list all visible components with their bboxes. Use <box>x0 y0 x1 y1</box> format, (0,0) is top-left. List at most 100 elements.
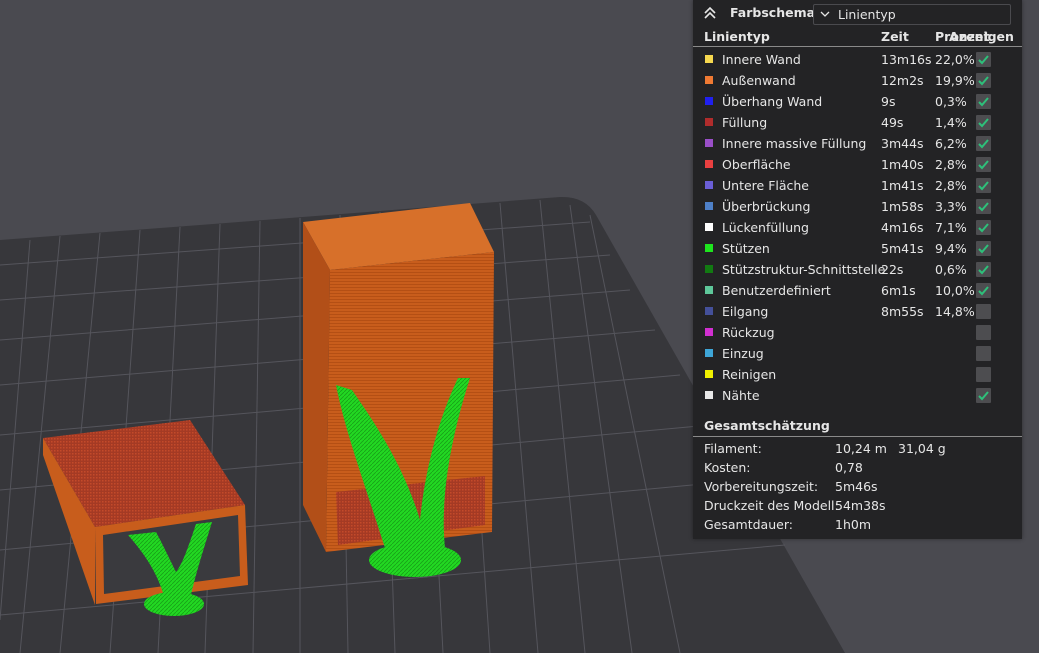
legend-row: Reinigen <box>693 364 1022 385</box>
legend-row: Stützstruktur-Schnittstelle 22s 0,6% <box>693 259 1022 280</box>
line-type-label: Benutzerdefiniert <box>722 283 831 298</box>
color-swatch <box>705 391 713 399</box>
line-type-label: Überbrückung <box>722 199 811 214</box>
summary-key: Kosten: <box>704 460 751 475</box>
checkmark-icon <box>978 76 989 86</box>
checkmark-icon <box>978 286 989 296</box>
summary-row: Druckzeit des Modell: 54m38s <box>693 496 1022 515</box>
show-checkbox[interactable] <box>976 262 991 277</box>
line-type-label: Stützstruktur-Schnittstelle <box>722 262 886 277</box>
legend-row: Benutzerdefiniert 6m1s 10,0% <box>693 280 1022 301</box>
legend-row: Eilgang 8m55s 14,8% <box>693 301 1022 322</box>
line-type-percent: 22,0% <box>935 52 975 67</box>
line-type-label: Innere Wand <box>722 52 801 67</box>
line-type-time: 8m55s <box>881 304 924 319</box>
checkmark-icon <box>978 244 989 254</box>
chevron-down-icon <box>820 11 830 17</box>
show-checkbox[interactable] <box>976 178 991 193</box>
show-checkbox[interactable] <box>976 325 991 340</box>
line-type-time: 3m44s <box>881 136 924 151</box>
line-type-percent: 1,4% <box>935 115 967 130</box>
show-checkbox[interactable] <box>976 199 991 214</box>
line-type-label: Lückenfüllung <box>722 220 809 235</box>
line-type-time: 49s <box>881 115 904 130</box>
legend-row: Oberfläche 1m40s 2,8% <box>693 154 1022 175</box>
line-type-percent: 6,2% <box>935 136 967 151</box>
color-swatch <box>705 118 713 126</box>
summary-row: Filament: 10,24 m 31,04 g <box>693 439 1022 458</box>
column-header-show: Anzeigen <box>949 29 1014 44</box>
line-type-percent: 19,9% <box>935 73 975 88</box>
collapse-icon[interactable] <box>702 5 718 21</box>
line-type-label: Rückzug <box>722 325 775 340</box>
color-swatch <box>705 223 713 231</box>
line-type-percent: 0,6% <box>935 262 967 277</box>
checkmark-icon <box>978 391 989 401</box>
checkmark-icon <box>978 139 989 149</box>
line-type-percent: 2,8% <box>935 178 967 193</box>
line-type-label: Überhang Wand <box>722 94 823 109</box>
checkmark-icon <box>978 55 989 65</box>
color-swatch <box>705 370 713 378</box>
color-swatch <box>705 160 713 168</box>
summary-divider <box>693 436 1022 437</box>
color-swatch <box>705 265 713 273</box>
summary-value: 0,78 <box>835 460 863 475</box>
line-type-label: Untere Fläche <box>722 178 809 193</box>
line-type-label: Reinigen <box>722 367 777 382</box>
show-checkbox[interactable] <box>976 388 991 403</box>
summary-key: Vorbereitungszeit: <box>704 479 819 494</box>
show-checkbox[interactable] <box>976 136 991 151</box>
legend-row: Rückzug <box>693 322 1022 343</box>
show-checkbox[interactable] <box>976 157 991 172</box>
header-divider <box>693 46 1022 47</box>
show-checkbox[interactable] <box>976 283 991 298</box>
line-type-time: 12m2s <box>881 73 924 88</box>
summary-value: 5m46s <box>835 479 878 494</box>
line-type-label: Oberfläche <box>722 157 791 172</box>
line-type-percent: 0,3% <box>935 94 967 109</box>
show-checkbox[interactable] <box>976 52 991 67</box>
legend-row: Überhang Wand 9s 0,3% <box>693 91 1022 112</box>
legend-row: Lückenfüllung 4m16s 7,1% <box>693 217 1022 238</box>
legend-row: Nähte <box>693 385 1022 406</box>
checkmark-icon <box>978 97 989 107</box>
color-swatch <box>705 202 713 210</box>
line-type-time: 6m1s <box>881 283 916 298</box>
line-type-time: 5m41s <box>881 241 924 256</box>
legend-row: Füllung 49s 1,4% <box>693 112 1022 133</box>
summary-key: Filament: <box>704 441 762 456</box>
show-checkbox[interactable] <box>976 367 991 382</box>
color-swatch <box>705 139 713 147</box>
line-type-percent: 7,1% <box>935 220 967 235</box>
line-type-percent: 14,8% <box>935 304 975 319</box>
line-type-label: Außenwand <box>722 73 796 88</box>
show-checkbox[interactable] <box>976 241 991 256</box>
line-type-label: Stützen <box>722 241 770 256</box>
line-type-percent: 10,0% <box>935 283 975 298</box>
color-swatch <box>705 328 713 336</box>
show-checkbox[interactable] <box>976 304 991 319</box>
legend-panel: Farbschema Linientyp Linientyp Zeit Proz… <box>693 0 1022 539</box>
summary-value: 10,24 m <box>835 441 887 456</box>
checkmark-icon <box>978 118 989 128</box>
line-type-time: 1m58s <box>881 199 924 214</box>
legend-header: Farbschema Linientyp <box>693 0 1022 29</box>
summary-row: Kosten: 0,78 <box>693 458 1022 477</box>
show-checkbox[interactable] <box>976 73 991 88</box>
show-checkbox[interactable] <box>976 346 991 361</box>
color-scheme-select[interactable]: Linientyp <box>813 4 1011 25</box>
show-checkbox[interactable] <box>976 115 991 130</box>
column-header-type: Linientyp <box>704 29 770 44</box>
show-checkbox[interactable] <box>976 220 991 235</box>
checkmark-icon <box>978 181 989 191</box>
legend-row: Untere Fläche 1m41s 2,8% <box>693 175 1022 196</box>
show-checkbox[interactable] <box>976 94 991 109</box>
legend-row: Stützen 5m41s 9,4% <box>693 238 1022 259</box>
panel-title: Farbschema <box>730 5 816 20</box>
summary-row: Vorbereitungszeit: 5m46s <box>693 477 1022 496</box>
column-header-time: Zeit <box>881 29 909 44</box>
line-type-time: 1m40s <box>881 157 924 172</box>
checkmark-icon <box>978 202 989 212</box>
line-type-percent: 9,4% <box>935 241 967 256</box>
